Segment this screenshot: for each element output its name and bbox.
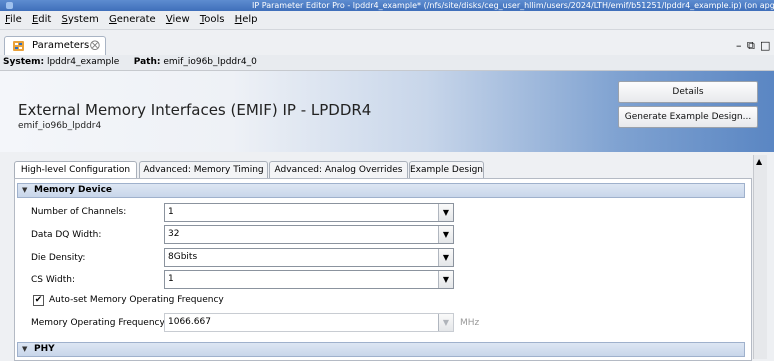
scroll-up-icon[interactable]: ▲ — [756, 158, 762, 166]
system-label: System: — [3, 57, 45, 67]
number-of-channels-value: 1 — [168, 207, 174, 217]
window-title: IP Parameter Editor Pro - lpddr4_example… — [252, 1, 774, 10]
cs-width-select[interactable]: 1 ▼ — [164, 270, 454, 289]
ip-header: External Memory Interfaces (EMIF) IP - L… — [0, 71, 774, 152]
frequency-unit: MHz — [460, 318, 480, 328]
ip-subtitle: emif_io96b_lpddr4 — [18, 121, 102, 131]
menu-edit[interactable]: Edit — [32, 11, 51, 29]
parameters-tab-label: Parameters — [32, 40, 90, 51]
collapse-icon: ▼ — [22, 186, 28, 194]
window-title-bar: IP Parameter Editor Pro - lpddr4_example… — [0, 0, 774, 11]
menu-view[interactable]: View — [166, 11, 190, 29]
memory-device-section-header[interactable]: ▼ Memory Device — [17, 183, 745, 198]
view-tab-strip: Parameters ⨂ — [0, 33, 774, 56]
number-of-channels-label: Number of Channels: — [31, 207, 127, 217]
menu-help[interactable]: Help — [235, 11, 258, 29]
parameters-icon — [13, 41, 24, 51]
parameters-view-tab[interactable]: Parameters ⨂ — [4, 36, 106, 56]
memory-operating-frequency-input: 1066.667 ▼ — [164, 313, 454, 332]
tab-advanced-memory-timing[interactable]: Advanced: Memory Timing — [139, 161, 268, 178]
chevron-down-icon[interactable]: ▼ — [438, 271, 453, 288]
memory-operating-frequency-label: Memory Operating Frequency: — [31, 318, 168, 328]
path-value: emif_io96b_lpddr4_0 — [163, 57, 257, 67]
memory-operating-frequency-value: 1066.667 — [168, 317, 211, 327]
maximize-icon[interactable]: □ — [760, 40, 770, 51]
phy-section-header[interactable]: ▼ PHY — [17, 342, 745, 357]
cs-width-value: 1 — [168, 274, 174, 284]
menu-generate[interactable]: Generate — [109, 11, 156, 29]
die-density-select[interactable]: 8Gbits ▼ — [164, 248, 454, 267]
path-label: Path: — [133, 57, 161, 67]
auto-set-frequency-label: Auto-set Memory Operating Frequency — [49, 295, 224, 305]
chevron-down-icon[interactable]: ▼ — [438, 204, 453, 221]
chevron-down-icon[interactable]: ▼ — [438, 249, 453, 266]
number-of-channels-select[interactable]: 1 ▼ — [164, 203, 454, 222]
die-density-label: Die Density: — [31, 253, 86, 263]
data-dq-width-value: 32 — [168, 229, 180, 239]
collapse-icon: ▼ — [22, 345, 28, 353]
config-panel: ▼ Memory Device Number of Channels: 1 ▼ … — [14, 178, 752, 361]
chevron-down-icon: ▼ — [438, 314, 453, 331]
die-density-value: 8Gbits — [168, 252, 198, 262]
memory-device-title: Memory Device — [34, 185, 113, 195]
menu-file[interactable]: File — [5, 11, 22, 29]
menu-system[interactable]: System — [62, 11, 99, 29]
details-button[interactable]: Details — [618, 81, 758, 103]
data-dq-width-select[interactable]: 32 ▼ — [164, 225, 454, 244]
tab-advanced-analog-overrides[interactable]: Advanced: Analog Overrides — [269, 161, 408, 178]
ip-title: External Memory Interfaces (EMIF) IP - L… — [18, 101, 372, 119]
vertical-scrollbar[interactable]: ▲ — [753, 155, 767, 359]
menu-tools[interactable]: Tools — [200, 11, 225, 29]
chevron-down-icon[interactable]: ▼ — [438, 226, 453, 243]
parameters-content: High-level Configuration Advanced: Memor… — [0, 152, 774, 361]
phy-title: PHY — [34, 344, 55, 354]
cs-width-label: CS Width: — [31, 275, 76, 285]
menu-bar: File Edit System Generate View Tools Hel… — [0, 11, 774, 30]
tab-high-level-configuration[interactable]: High-level Configuration — [14, 161, 137, 179]
system-path-bar: System: lpddr4_example Path: emif_io96b_… — [0, 55, 774, 71]
app-icon — [6, 2, 13, 9]
auto-set-frequency-checkbox[interactable]: ✔ — [33, 295, 44, 306]
tab-example-design[interactable]: Example Design — [409, 161, 484, 178]
close-tab-icon[interactable]: ⨂ — [90, 37, 100, 55]
generate-example-design-button[interactable]: Generate Example Design... — [618, 106, 758, 128]
restore-icon[interactable]: ⧉ — [747, 40, 755, 51]
data-dq-width-label: Data DQ Width: — [31, 230, 102, 240]
minimize-icon[interactable]: – — [736, 40, 742, 51]
system-value: lpddr4_example — [46, 57, 120, 67]
